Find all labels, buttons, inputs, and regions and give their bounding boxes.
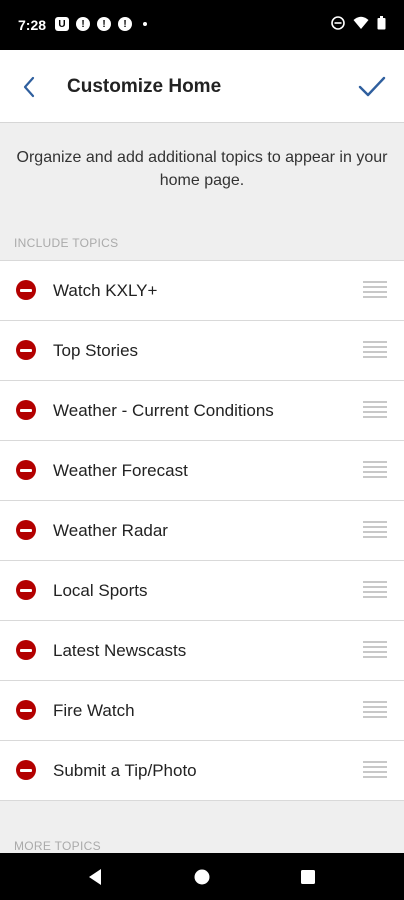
remove-topic-button[interactable]	[16, 460, 36, 480]
description-text: Organize and add additional topics to ap…	[16, 149, 388, 189]
topic-label: Top Stories	[53, 341, 139, 360]
more-topics-label: MORE TOPICS	[14, 839, 101, 853]
drag-handle-icon[interactable]	[363, 641, 387, 661]
alert-icon: !	[97, 17, 111, 31]
drag-handle-icon[interactable]	[363, 581, 387, 601]
page-title: Customize Home	[67, 76, 222, 97]
checkmark-icon	[358, 76, 386, 97]
topic-label: Watch KXLY+	[53, 281, 158, 300]
topic-list: Watch KXLY+ Top Stories Weather - Curren…	[0, 260, 404, 801]
notification-icons: U ! ! !	[55, 17, 147, 31]
topic-row: Weather - Current Conditions	[0, 381, 404, 441]
app-header: Customize Home	[0, 50, 404, 123]
back-button[interactable]	[14, 72, 44, 102]
drag-handle-icon[interactable]	[363, 401, 387, 421]
topic-row: Weather Forecast	[0, 441, 404, 501]
remove-topic-button[interactable]	[16, 280, 36, 300]
topic-label: Weather Radar	[53, 521, 168, 540]
alert-icon: !	[76, 17, 90, 31]
status-bar: 7:28 U ! ! !	[0, 0, 404, 50]
topic-label: Latest Newscasts	[53, 641, 187, 660]
remove-topic-button[interactable]	[16, 700, 36, 720]
nav-home-button[interactable]	[189, 864, 215, 890]
nav-recents-button[interactable]	[295, 864, 321, 890]
topic-row: Local Sports	[0, 561, 404, 621]
topic-label: Submit a Tip/Photo	[53, 761, 197, 780]
topic-row: Top Stories	[0, 321, 404, 381]
drag-handle-icon[interactable]	[363, 341, 387, 361]
topic-row: Watch KXLY+	[0, 261, 404, 321]
status-time: 7:28	[18, 17, 47, 33]
square-recents-icon	[301, 870, 315, 884]
triangle-back-icon	[89, 869, 101, 885]
u-app-icon: U	[55, 17, 69, 31]
done-button[interactable]	[356, 71, 388, 103]
wifi-icon	[353, 16, 369, 29]
drag-handle-icon[interactable]	[363, 281, 387, 301]
drag-handle-icon[interactable]	[363, 761, 387, 781]
chevron-left-icon	[23, 76, 35, 98]
system-nav-bar	[0, 853, 404, 900]
nav-back-button[interactable]	[82, 864, 108, 890]
drag-handle-icon[interactable]	[363, 461, 387, 481]
remove-topic-button[interactable]	[16, 640, 36, 660]
topic-label: Fire Watch	[53, 701, 135, 720]
topic-label: Weather - Current Conditions	[53, 401, 274, 420]
topic-row: Fire Watch	[0, 681, 404, 741]
battery-icon	[377, 16, 386, 30]
system-icons	[331, 16, 386, 30]
circle-home-icon	[194, 869, 210, 885]
drag-handle-icon[interactable]	[363, 701, 387, 721]
topic-label: Weather Forecast	[53, 461, 188, 480]
do-not-disturb-icon	[331, 16, 345, 30]
remove-topic-button[interactable]	[16, 580, 36, 600]
remove-topic-button[interactable]	[16, 400, 36, 420]
topic-row: Submit a Tip/Photo	[0, 741, 404, 801]
topic-row: Weather Radar	[0, 501, 404, 561]
remove-topic-button[interactable]	[16, 520, 36, 540]
remove-topic-button[interactable]	[16, 760, 36, 780]
topic-row: Latest Newscasts	[0, 621, 404, 681]
remove-topic-button[interactable]	[16, 340, 36, 360]
topic-label: Local Sports	[53, 581, 148, 600]
dot-icon	[143, 22, 147, 26]
include-topics-label: INCLUDE TOPICS	[14, 236, 119, 250]
drag-handle-icon[interactable]	[363, 521, 387, 541]
alert-icon: !	[118, 17, 132, 31]
